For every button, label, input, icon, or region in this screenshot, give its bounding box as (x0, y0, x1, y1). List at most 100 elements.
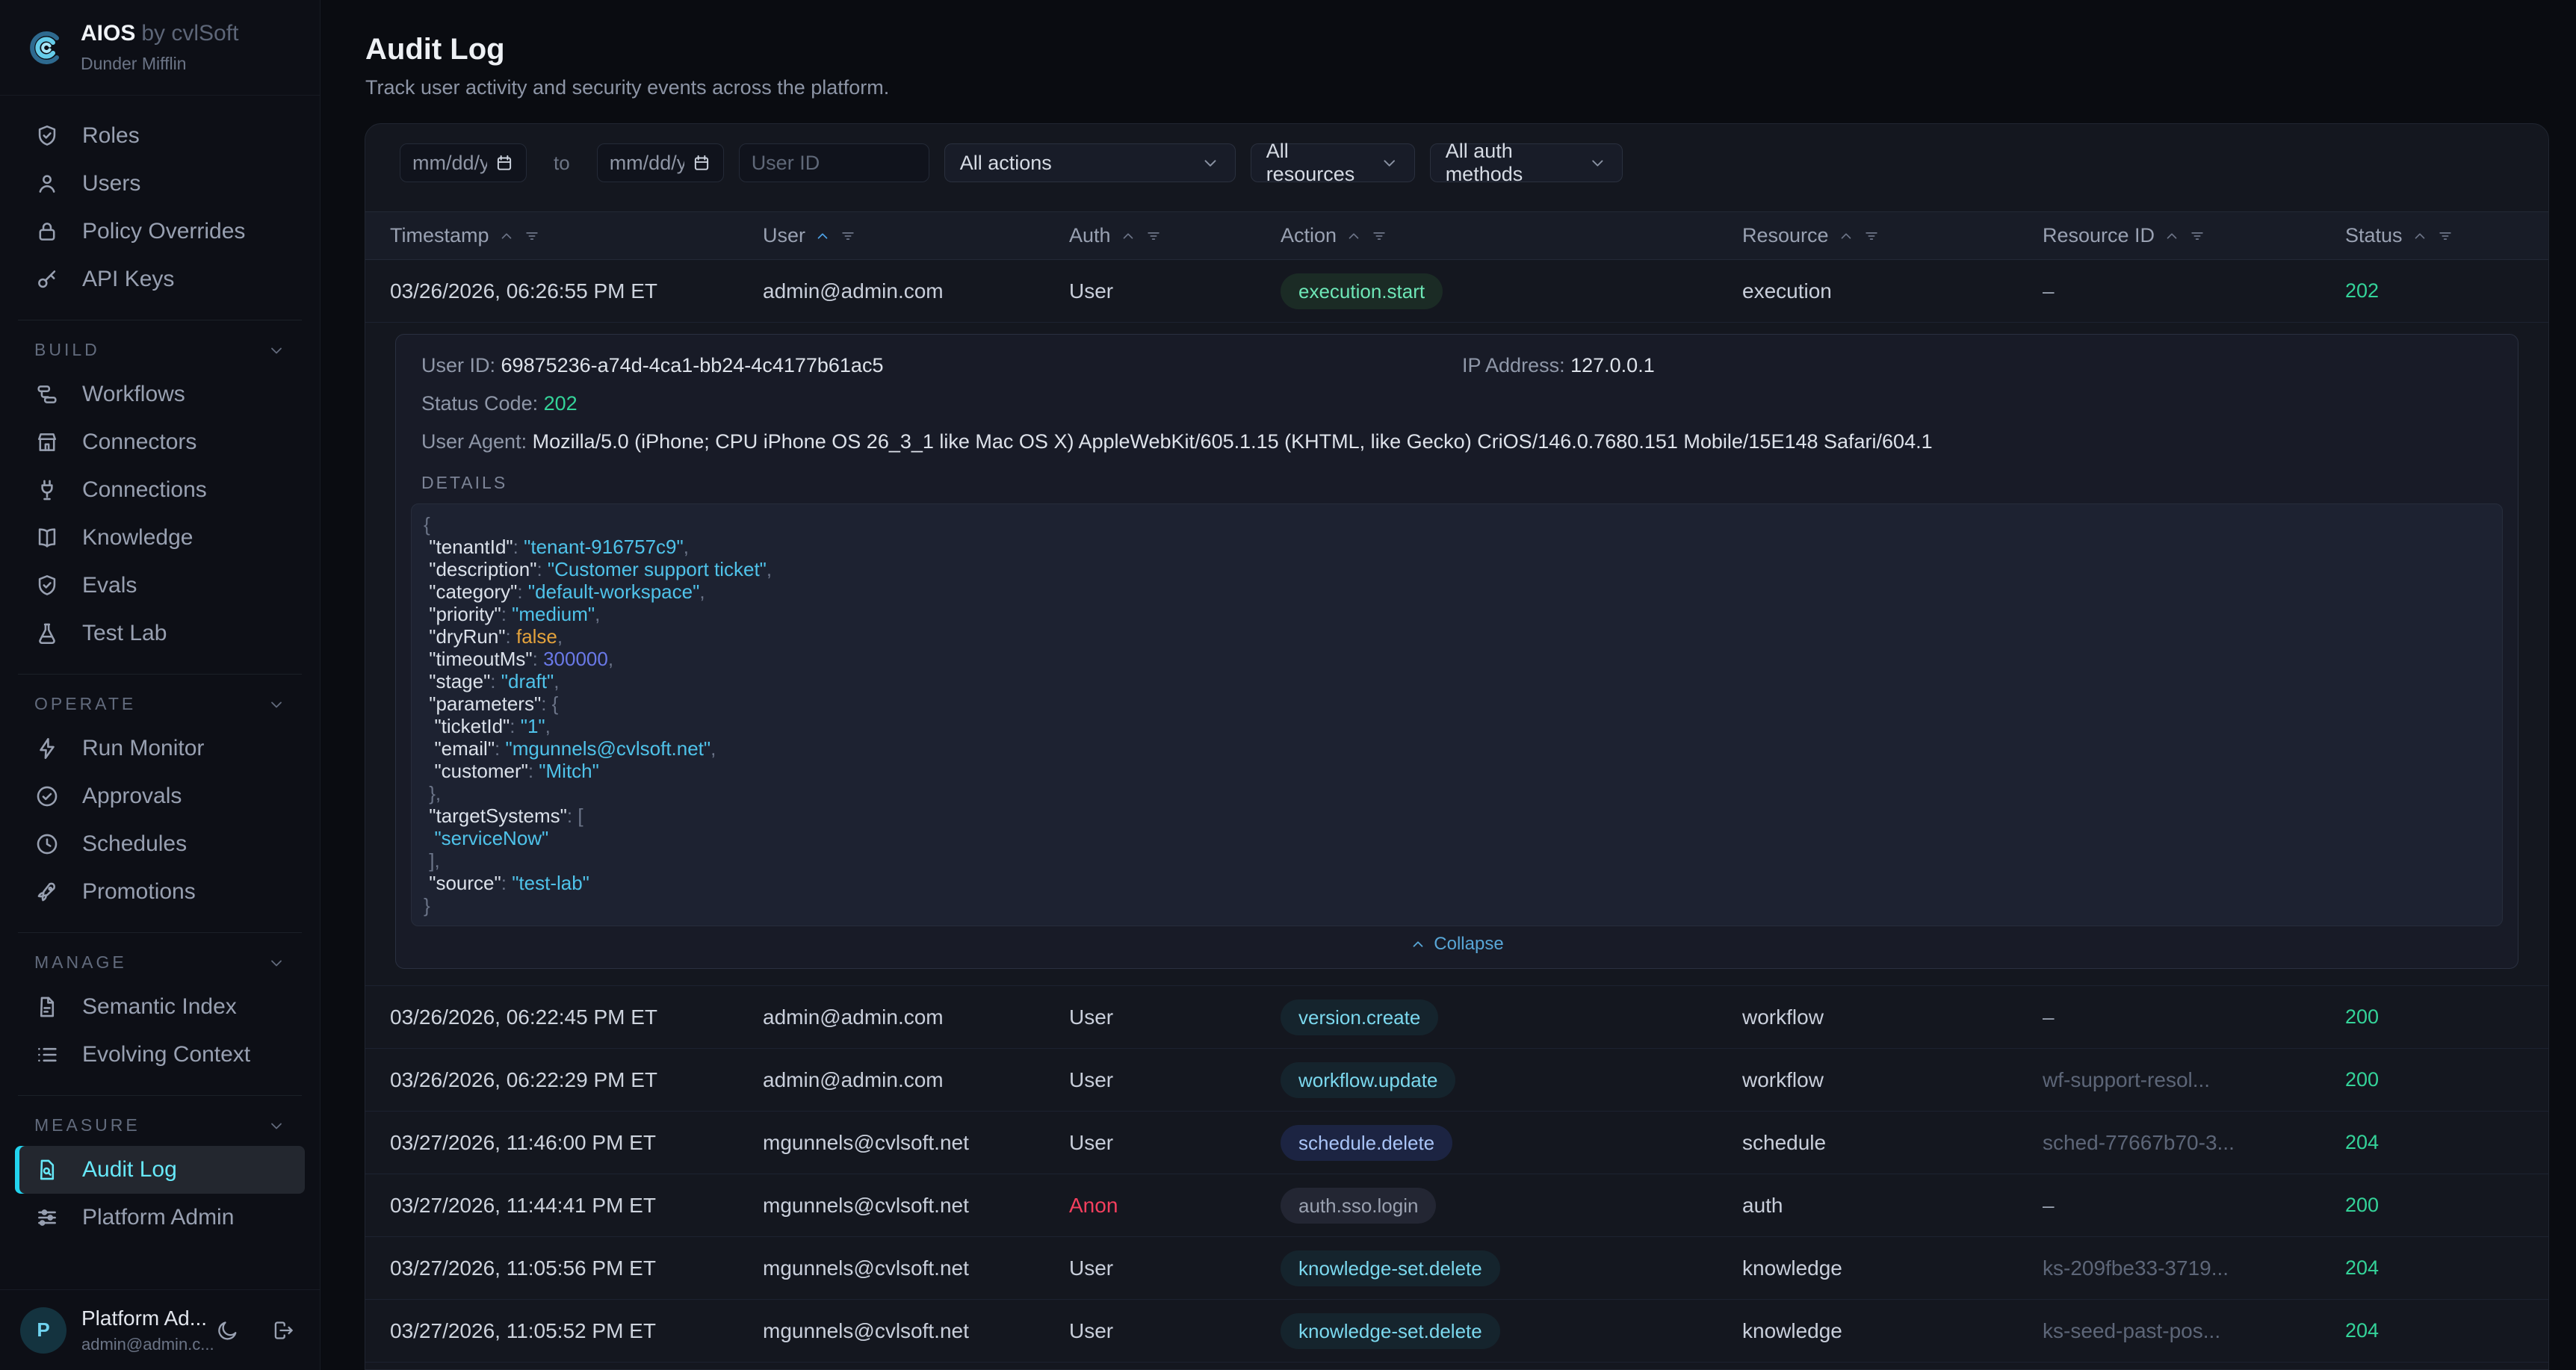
column-header-resource-id[interactable]: Resource ID (2043, 224, 2345, 247)
table-row[interactable]: 03/27/2026, 11:44:41 PM ETmgunnels@cvlso… (365, 1174, 2548, 1237)
logout-icon (271, 1315, 295, 1345)
detail-panel: User ID: 69875236-a74d-4ca1-bb24-4c4177b… (395, 334, 2518, 969)
sidebar-item-platform-admin[interactable]: Platform Admin (15, 1194, 305, 1242)
chevron-down-icon (267, 954, 285, 972)
column-label: Auth (1069, 224, 1111, 247)
user-id-field[interactable] (739, 143, 929, 182)
column-header-status[interactable]: Status (2345, 224, 2548, 247)
sidebar-item-schedules[interactable]: Schedules (15, 820, 305, 868)
chevron-down-icon (267, 1117, 285, 1135)
sidebar-item-roles[interactable]: Roles (15, 112, 305, 160)
dark-mode-toggle[interactable] (216, 1315, 240, 1345)
sidebar-item-connectors[interactable]: Connectors (15, 418, 305, 466)
table-row[interactable]: 03/27/2026, 11:05:56 PM ETmgunnels@cvlso… (365, 1237, 2548, 1300)
sort-asc-icon (2164, 228, 2180, 244)
cvlsoft-logo-icon (27, 28, 66, 67)
cell-timestamp: 03/27/2026, 11:44:41 PM ET (365, 1194, 763, 1218)
sidebar-item-label: Workflows (82, 382, 185, 407)
sidebar-item-workflows[interactable]: Workflows (15, 371, 305, 418)
sidebar-item-policy-overrides[interactable]: Policy Overrides (15, 208, 305, 255)
sidebar-item-label: Knowledge (82, 525, 193, 551)
table-row[interactable]: 03/26/2026, 06:22:45 PM ETadmin@admin.co… (365, 986, 2548, 1049)
table-row[interactable]: 03/26/2026, 06:26:55 PM ETadmin@admin.co… (365, 260, 2548, 323)
tenant-name: Dunder Mifflin (81, 54, 238, 74)
lock-icon (34, 219, 60, 244)
cell-action: version.create (1281, 999, 1742, 1035)
app-name: AIOS (81, 21, 135, 46)
sidebar-item-evals[interactable]: Evals (15, 562, 305, 610)
column-header-user[interactable]: User (763, 224, 1069, 247)
org-header: AIOSby cvlSoft Dunder Mifflin (0, 0, 320, 96)
collapse-link[interactable]: Collapse (411, 934, 2503, 955)
date-from-input[interactable] (412, 152, 487, 175)
date-to-field[interactable] (597, 143, 724, 182)
page-title: Audit Log (365, 33, 505, 66)
select-all-resources[interactable]: All resources (1251, 143, 1415, 182)
cell-action: knowledge-set.delete (1281, 1250, 1742, 1286)
cell-timestamp: 03/26/2026, 06:26:55 PM ET (365, 279, 763, 303)
sidebar-item-test-lab[interactable]: Test Lab (15, 610, 305, 657)
sidebar-item-semantic-index[interactable]: Semantic Index (15, 983, 305, 1031)
sidebar-item-users[interactable]: Users (15, 160, 305, 208)
sidebar-item-label: Connections (82, 477, 207, 503)
clock-icon (34, 831, 60, 857)
select-all-auth-methods[interactable]: All auth methods (1430, 143, 1623, 182)
column-header-resource[interactable]: Resource (1742, 224, 2043, 247)
main-content: Audit Log Track user activity and securi… (321, 0, 2576, 1370)
sidebar-item-label: Connectors (82, 430, 196, 455)
select-all-actions[interactable]: All actions (944, 143, 1236, 182)
cell-timestamp: 03/26/2026, 06:22:45 PM ET (365, 1005, 763, 1029)
cell-auth: User (1069, 1005, 1281, 1029)
action-badge: version.create (1281, 999, 1438, 1035)
cell-user: mgunnels@cvlsoft.net (763, 1319, 1069, 1343)
sidebar-item-label: Roles (82, 123, 140, 149)
logout-button[interactable] (271, 1315, 295, 1345)
calendar-icon (692, 153, 711, 173)
sidebar-item-promotions[interactable]: Promotions (15, 868, 305, 916)
sidebar-item-evolving-context[interactable]: Evolving Context (15, 1031, 305, 1079)
sidebar-item-connections[interactable]: Connections (15, 466, 305, 514)
column-label: User (763, 224, 805, 247)
nav-section-build[interactable]: BUILD (34, 340, 285, 360)
cell-status: 200 (2345, 1194, 2548, 1217)
column-header-timestamp[interactable]: Timestamp (365, 224, 763, 247)
action-badge: knowledge-set.delete (1281, 1250, 1500, 1286)
sort-asc-icon (1838, 228, 1854, 244)
sidebar-item-run-monitor[interactable]: Run Monitor (15, 725, 305, 772)
sidebar-item-knowledge[interactable]: Knowledge (15, 514, 305, 562)
date-to-input[interactable] (610, 152, 684, 175)
shield-check-icon (34, 573, 60, 598)
date-from-field[interactable] (400, 143, 527, 182)
table-header: TimestampUser Auth ActionResourceResource … (365, 211, 2548, 260)
nav-section-label: MEASURE (34, 1115, 140, 1135)
cell-timestamp: 03/26/2026, 06:22:29 PM ET (365, 1068, 763, 1092)
sidebar-item-approvals[interactable]: Approvals (15, 772, 305, 820)
action-badge: auth.sso.login (1281, 1188, 1436, 1224)
detail-ip-address: IP Address: 127.0.0.1 (1462, 354, 2503, 377)
cell-resource-id: – (2043, 279, 2345, 303)
nav-section-operate[interactable]: OPERATE (34, 694, 285, 714)
select-value: All resources (1266, 140, 1381, 186)
chevron-down-icon (1201, 153, 1220, 173)
chevron-down-icon (267, 695, 285, 713)
table-row[interactable]: knowledge-set.delete (365, 1363, 2548, 1370)
column-header-action[interactable]: Action (1281, 224, 1742, 247)
table-row[interactable]: 03/27/2026, 11:46:00 PM ETmgunnels@cvlso… (365, 1112, 2548, 1174)
nav-section-measure[interactable]: MEASURE (34, 1115, 285, 1135)
sidebar-item-audit-log[interactable]: Audit Log (15, 1146, 305, 1194)
calendar-icon (495, 153, 514, 173)
action-badge: knowledge-set.delete (1281, 1313, 1500, 1349)
sidebar-item-label: Test Lab (82, 621, 167, 646)
table-row[interactable]: 03/27/2026, 11:05:52 PM ETmgunnels@cvlso… (365, 1300, 2548, 1363)
sort-asc-icon (1346, 228, 1362, 244)
nav-section-manage[interactable]: MANAGE (34, 952, 285, 973)
column-filter-icon (840, 228, 856, 244)
cell-action: auth.sso.login (1281, 1188, 1742, 1224)
sidebar-item-api-keys[interactable]: API Keys (15, 255, 305, 303)
sidebar-item-label: Policy Overrides (82, 219, 245, 244)
action-badge: workflow.update (1281, 1062, 1455, 1098)
sidebar-item-label: Audit Log (82, 1157, 177, 1183)
table-row[interactable]: 03/26/2026, 06:22:29 PM ETadmin@admin.co… (365, 1049, 2548, 1112)
column-header-auth[interactable]: Auth (1069, 224, 1281, 247)
user-id-input[interactable] (752, 152, 917, 175)
